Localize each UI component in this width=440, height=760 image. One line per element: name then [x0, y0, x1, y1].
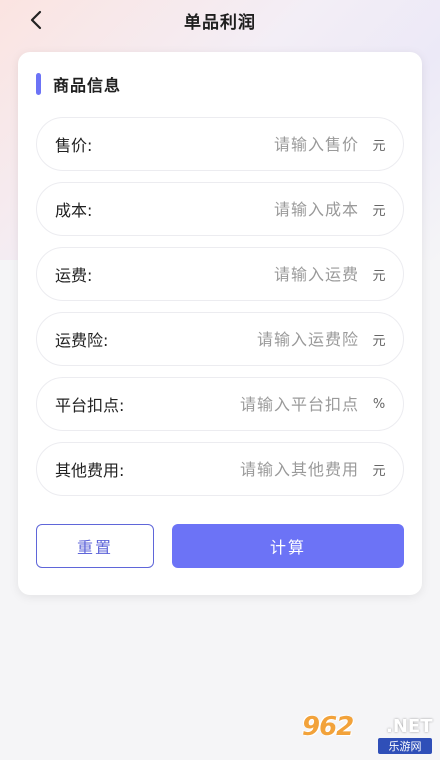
other-costs-input[interactable] — [124, 459, 371, 479]
product-info-card: 商品信息 售价: 元 成本: 元 运费: 元 运费险: 元 平台扣点: % 其他… — [18, 52, 422, 595]
other-costs-unit: 元 — [372, 463, 386, 479]
shipping-insurance-label: 运费险: — [55, 331, 109, 350]
shipping-insurance-field[interactable]: 运费险: 元 — [36, 312, 404, 366]
cost-label: 成本: — [55, 201, 93, 220]
cost-unit: 元 — [372, 203, 386, 219]
page-title: 单品利润 — [184, 12, 256, 33]
price-field[interactable]: 售价: 元 — [36, 117, 404, 171]
platform-fee-unit: % — [372, 396, 386, 412]
shipping-label: 运费: — [55, 266, 93, 285]
platform-fee-label: 平台扣点: — [55, 396, 125, 415]
calculate-button[interactable]: 计算 — [172, 524, 404, 568]
cost-field[interactable]: 成本: 元 — [36, 182, 404, 236]
app-header: 单品利润 — [0, 0, 440, 40]
site-watermark: 962 .NET 乐游网 — [302, 712, 434, 756]
shipping-insurance-input[interactable] — [108, 329, 371, 349]
shipping-insurance-unit: 元 — [372, 333, 386, 349]
price-label: 售价: — [55, 136, 93, 155]
reset-button[interactable]: 重置 — [36, 524, 154, 568]
shipping-field[interactable]: 运费: 元 — [36, 247, 404, 301]
section-accent-bar — [36, 73, 41, 95]
price-unit: 元 — [372, 138, 386, 154]
chevron-left-icon — [30, 10, 42, 30]
other-costs-label: 其他费用: — [55, 461, 125, 480]
platform-fee-input[interactable] — [124, 394, 371, 414]
watermark-logo: 962 — [302, 712, 354, 742]
section-title: 商品信息 — [53, 76, 122, 95]
shipping-input[interactable] — [92, 264, 371, 284]
section-header: 商品信息 — [36, 72, 121, 96]
watermark-subtitle: 乐游网 — [378, 738, 432, 754]
watermark-suffix: .NET — [386, 716, 433, 737]
shipping-unit: 元 — [372, 268, 386, 284]
cost-input[interactable] — [92, 199, 371, 219]
price-input[interactable] — [92, 134, 371, 154]
platform-fee-field[interactable]: 平台扣点: % — [36, 377, 404, 431]
other-costs-field[interactable]: 其他费用: 元 — [36, 442, 404, 496]
back-button[interactable] — [22, 6, 50, 34]
